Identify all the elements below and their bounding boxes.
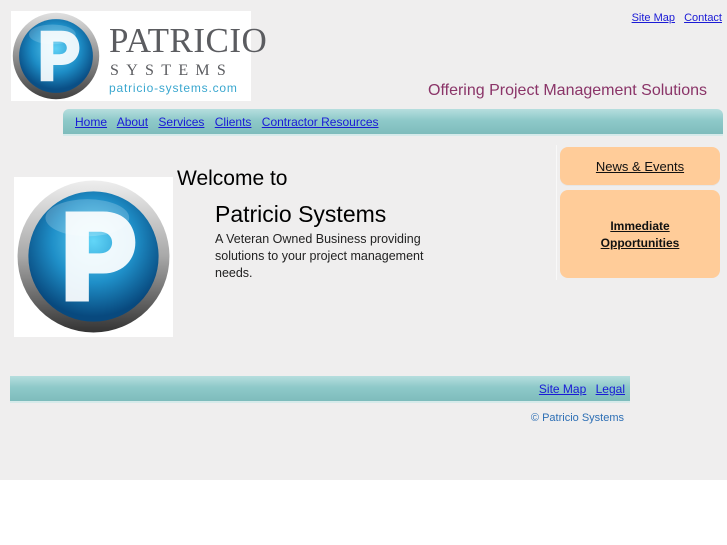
- company-description: A Veteran Owned Business providing solut…: [215, 232, 424, 280]
- opportunities-line-2: Opportunities: [600, 236, 680, 250]
- top-links: Site Map Contact: [626, 11, 722, 25]
- top-contact-link[interactable]: Contact: [684, 12, 722, 24]
- footer-sitemap-link[interactable]: Site Map: [539, 382, 586, 396]
- opportunities-box: Immediate Opportunities: [560, 190, 720, 278]
- immediate-opportunities-link[interactable]: Immediate Opportunities: [601, 218, 680, 252]
- page-background: PATRICIO SYSTEMS patricio-systems.com Si…: [0, 0, 727, 480]
- p-logo-icon: [12, 12, 100, 100]
- logo[interactable]: PATRICIO SYSTEMS patricio-systems.com: [11, 11, 267, 101]
- logo-subtitle: SYSTEMS: [110, 62, 234, 79]
- tagline: Offering Project Management Solutions: [428, 82, 707, 99]
- top-sitemap-link[interactable]: Site Map: [632, 12, 675, 24]
- news-events-box: News & Events: [560, 147, 720, 185]
- p-badge-icon: [17, 180, 170, 333]
- footer-bar: Site Map Legal: [10, 376, 630, 403]
- logo-url: patricio-systems.com: [109, 81, 238, 95]
- copyright: © Patricio Systems: [530, 412, 624, 424]
- logo-name: PATRICIO: [109, 21, 268, 60]
- nav-services[interactable]: Services: [158, 115, 204, 129]
- opportunities-line-1: Immediate: [610, 219, 670, 233]
- sidebar-divider: [556, 145, 557, 280]
- nav-about[interactable]: About: [117, 115, 148, 129]
- nav-contractor-resources[interactable]: Contractor Resources: [262, 115, 379, 129]
- nav-bar: Home About Services Clients Contractor R…: [63, 109, 723, 136]
- footer-legal-link[interactable]: Legal: [596, 382, 625, 396]
- nav-home[interactable]: Home: [75, 115, 107, 129]
- main-logo-image: [14, 177, 173, 337]
- news-events-link[interactable]: News & Events: [596, 159, 684, 174]
- company-name: Patricio Systems: [215, 201, 387, 227]
- welcome-heading: Welcome to: [177, 167, 288, 190]
- nav-clients[interactable]: Clients: [215, 115, 252, 129]
